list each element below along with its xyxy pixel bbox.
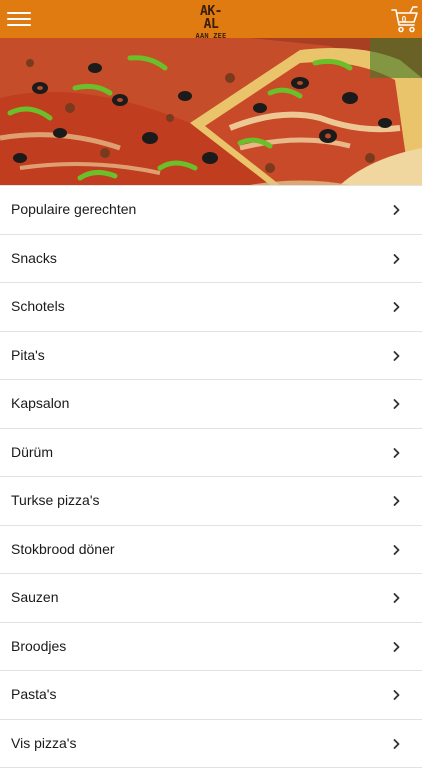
logo-title: AK-AL (193, 5, 229, 31)
chevron-right-icon (393, 351, 400, 361)
list-item-label: Pita's (11, 332, 45, 380)
list-item[interactable]: Broodjes (0, 623, 422, 672)
cart-button[interactable]: 0 (390, 5, 420, 35)
list-item-label: Dürüm (11, 429, 53, 477)
chevron-right-icon (393, 496, 400, 506)
list-item[interactable]: Pasta's (0, 671, 422, 720)
category-list: Populaire gerechten Snacks Schotels Pita… (0, 185, 422, 768)
list-item-label: Vis pizza's (11, 720, 76, 768)
list-item[interactable]: Populaire gerechten (0, 185, 422, 235)
list-item-label: Kapsalon (11, 380, 69, 428)
chevron-right-icon (393, 593, 400, 603)
cart-count-badge: 0 (399, 15, 409, 24)
chevron-right-icon (393, 739, 400, 749)
list-item[interactable]: Dürüm (0, 429, 422, 478)
pizza-illustration (0, 38, 422, 185)
chevron-right-icon (393, 254, 400, 264)
chevron-right-icon (393, 690, 400, 700)
list-item-label: Pasta's (11, 671, 56, 719)
list-item-label: Schotels (11, 283, 65, 331)
list-item[interactable]: Turkse pizza's (0, 477, 422, 526)
list-item[interactable]: Pita's (0, 332, 422, 381)
list-item-label: Populaire gerechten (11, 186, 136, 234)
list-item[interactable]: Sauzen (0, 574, 422, 623)
chevron-right-icon (393, 545, 400, 555)
list-item[interactable]: Stokbrood döner (0, 526, 422, 575)
top-bar: AK-AL AAN ZEE 0 (0, 0, 422, 38)
list-item-label: Stokbrood döner (11, 526, 115, 574)
chevron-right-icon (393, 448, 400, 458)
hamburger-menu-icon[interactable] (7, 9, 31, 29)
list-item-label: Turkse pizza's (11, 477, 100, 525)
chevron-right-icon (393, 302, 400, 312)
list-item[interactable]: Schotels (0, 283, 422, 332)
list-item[interactable]: Vis pizza's (0, 720, 422, 768)
list-item-label: Broodjes (11, 623, 66, 671)
chevron-right-icon (393, 205, 400, 215)
list-item-label: Sauzen (11, 574, 58, 622)
list-item[interactable]: Snacks (0, 235, 422, 284)
list-item-label: Snacks (11, 235, 57, 283)
restaurant-logo[interactable]: AK-AL AAN ZEE (193, 4, 229, 33)
hero-pizza-image (0, 38, 422, 185)
chevron-right-icon (393, 399, 400, 409)
chevron-right-icon (393, 642, 400, 652)
list-item[interactable]: Kapsalon (0, 380, 422, 429)
